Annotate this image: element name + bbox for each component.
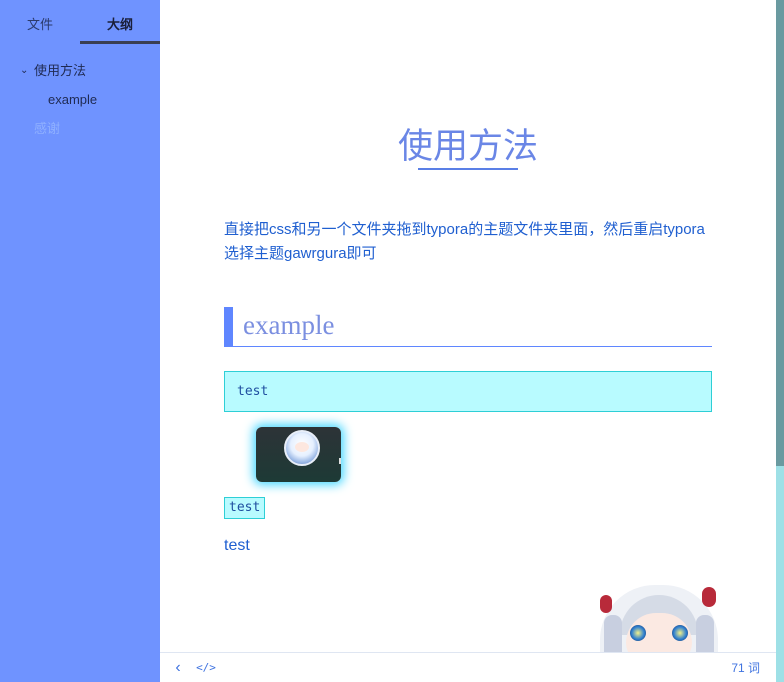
- heading-underline: [224, 346, 712, 347]
- paragraph: 直接把css和另一个文件夹拖到typora的主题文件夹里面，然后重启typora…: [224, 221, 705, 262]
- scrollbar-thumb[interactable]: [776, 0, 784, 466]
- title-underline: [418, 168, 518, 170]
- tab-outline[interactable]: 大纲: [80, 0, 160, 46]
- sidebar: 文件 大纲 ⌄ 使用方法 example 感谢: [0, 0, 160, 682]
- outline-item-thanks[interactable]: 感谢: [0, 116, 160, 145]
- outline-item-label: example: [48, 92, 98, 107]
- status-bar: ‹ </> 71 词: [160, 652, 776, 682]
- inline-code: test: [224, 497, 266, 519]
- outline-list: ⌄ 使用方法 example 感谢: [0, 58, 160, 145]
- chevron-left-icon[interactable]: ‹: [170, 658, 186, 678]
- heading-accent-bar: [224, 307, 233, 347]
- avatar-image: [256, 427, 341, 482]
- page-title: 使用方法: [397, 127, 538, 167]
- image-edge-mark: [339, 458, 341, 464]
- outline-item-label: 使用方法: [34, 63, 87, 78]
- mascot-horn-right: [702, 587, 716, 607]
- outline-item-usage[interactable]: ⌄ 使用方法: [0, 58, 160, 87]
- heading-example: example: [243, 310, 335, 340]
- chevron-down-icon[interactable]: ⌄: [20, 58, 32, 84]
- mascot-eye-right: [672, 625, 688, 641]
- word-count[interactable]: 71 词: [731, 659, 760, 677]
- mascot-image: [600, 585, 718, 652]
- avatar: [284, 430, 320, 466]
- avatar-face: [295, 442, 309, 452]
- outline-item-example[interactable]: example: [0, 87, 160, 116]
- editor[interactable]: 使用方法 直接把css和另一个文件夹拖到typora的主题文件夹里面，然后重启t…: [160, 0, 776, 652]
- sidebar-tabs: 文件 大纲: [0, 0, 160, 46]
- code-icon[interactable]: </>: [196, 658, 216, 678]
- mascot-horn-left: [600, 595, 612, 613]
- outline-item-label: 感谢: [34, 121, 61, 136]
- scrollbar[interactable]: [776, 0, 784, 682]
- plain-text: test: [224, 537, 250, 554]
- mascot-hair-right: [696, 615, 714, 652]
- mascot-eye-left: [630, 625, 646, 641]
- code-block[interactable]: test: [224, 371, 712, 412]
- mascot-hair-left: [604, 615, 622, 652]
- tab-files[interactable]: 文件: [0, 0, 80, 46]
